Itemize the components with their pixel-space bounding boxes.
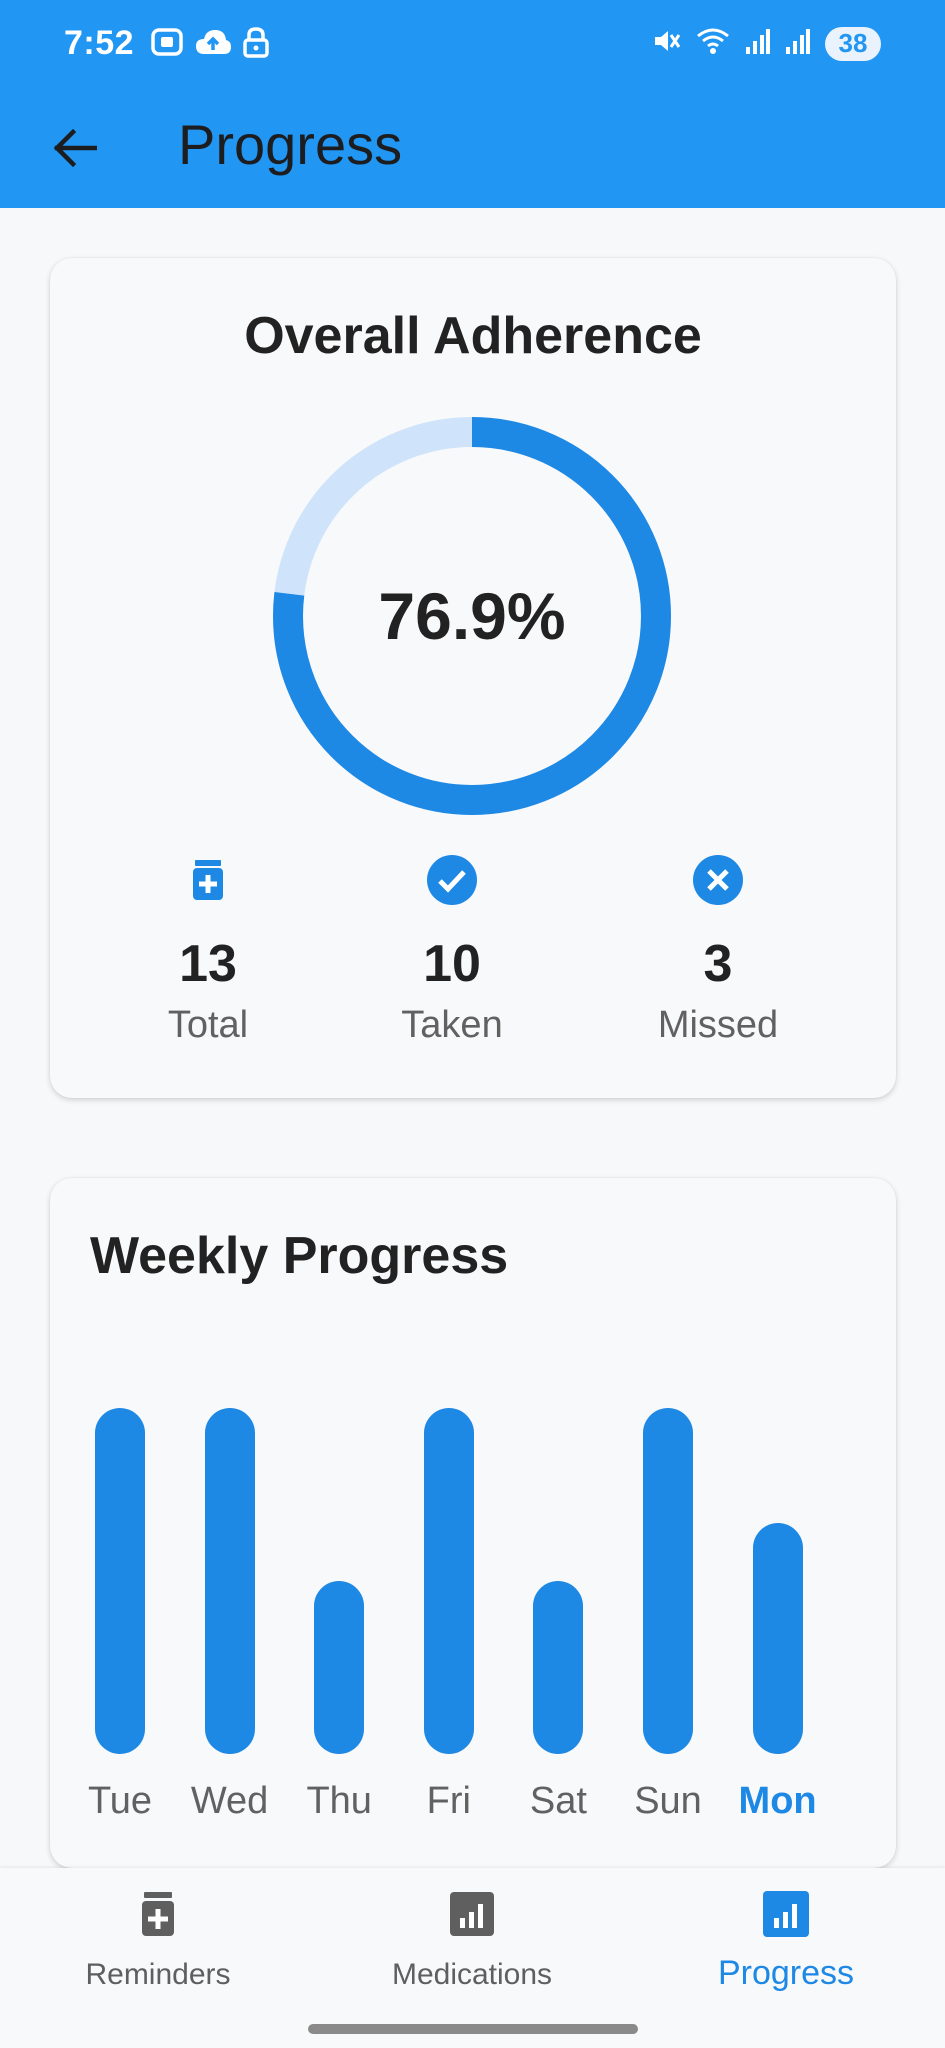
stat-taken: 10 Taken — [332, 854, 572, 1047]
adherence-card: Overall Adherence 76.9% 13 Total 10 Take… — [50, 258, 896, 1098]
weekly-chart: Tue Wed Thu Fri Sat Sun Mon — [50, 1178, 896, 1868]
adherence-percent: 76.9% — [378, 579, 566, 653]
lock-icon — [242, 26, 270, 63]
signal-icon — [745, 27, 771, 60]
stat-taken-value: 10 — [423, 935, 481, 993]
nav-medications-label: Medications — [391, 1958, 553, 1991]
chart-bar-thu — [314, 1581, 365, 1754]
chart-tick-label-sun: Sun — [634, 1780, 702, 1822]
chart-tick-label-thu: Thu — [306, 1780, 372, 1822]
cloud-upload-icon — [194, 26, 232, 63]
medication-icon — [8, 1886, 308, 1942]
screenshot-icon — [150, 26, 184, 63]
battery-icon: 38 — [825, 26, 881, 61]
nav-medications[interactable]: Medications — [322, 1886, 622, 1992]
status-bar: 7:52 38 — [0, 0, 945, 92]
stat-total: 13 Total — [88, 854, 328, 1047]
chart-bar-fri — [423, 1408, 474, 1754]
nav-reminders-label: Reminders — [85, 1958, 231, 1991]
stat-total-value: 13 — [179, 935, 237, 993]
page-title: Progress — [178, 113, 403, 176]
signal-icon — [785, 27, 811, 60]
stat-taken-label: Taken — [401, 1004, 503, 1046]
nav-progress-label: Progress — [717, 1954, 855, 1992]
stat-total-label: Total — [167, 1004, 249, 1046]
back-button[interactable] — [40, 116, 108, 184]
mute-icon — [651, 26, 681, 61]
nav-progress[interactable]: Progress — [636, 1886, 936, 1993]
stat-missed-label: Missed — [657, 1004, 779, 1046]
weekly-card: Weekly Progress Tue Wed Thu Fri Sat Sun Mon — [50, 1178, 896, 1868]
app-bar: Progress — [0, 92, 945, 208]
chart-bar-sat — [533, 1581, 584, 1754]
nav-reminders[interactable]: Reminders — [8, 1886, 308, 1992]
bottom-nav: Reminders Medications Progress — [0, 1868, 945, 2048]
chart-bar-tue — [95, 1408, 145, 1754]
chart-tick-label-sat: Sat — [529, 1780, 587, 1822]
status-time: 7:52 — [64, 24, 135, 62]
adherence-ring: 76.9% — [272, 416, 672, 816]
cancel-circle-icon — [598, 854, 838, 906]
bar-chart-icon — [636, 1886, 936, 1942]
status-right-icons: 38 — [651, 26, 881, 61]
adherence-title: Overall Adherence — [244, 307, 702, 365]
check-circle-icon — [332, 854, 572, 906]
wifi-icon — [695, 26, 731, 61]
chart-tick-label-fri: Fri — [426, 1780, 471, 1822]
chart-tick-label-tue: Tue — [87, 1780, 153, 1822]
chart-bar-sun — [643, 1408, 693, 1754]
home-indicator — [308, 2024, 638, 2034]
stat-missed-value: 3 — [703, 935, 733, 993]
medication-icon — [88, 854, 328, 906]
chart-tick-label-wed: Wed — [190, 1780, 269, 1822]
stat-missed: 3 Missed — [598, 854, 838, 1047]
arrow-back-icon — [51, 128, 98, 173]
chart-tick-label-mon: Mon — [738, 1780, 817, 1822]
chart-bar-mon — [752, 1523, 803, 1754]
status-left-icons — [150, 26, 270, 63]
chart-bar-wed — [204, 1408, 255, 1754]
bar-chart-icon — [322, 1886, 622, 1942]
